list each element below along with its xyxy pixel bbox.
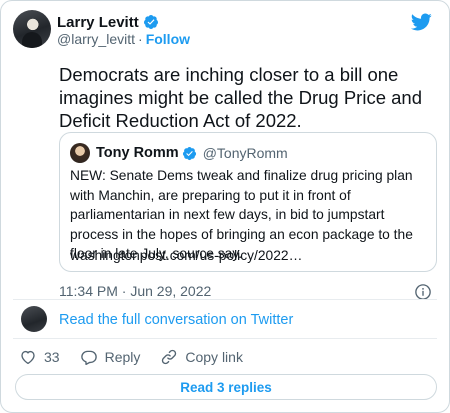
divider — [13, 338, 437, 339]
like-button[interactable]: 33 — [19, 348, 60, 366]
quoted-tweet-link[interactable]: washingtonpost.com/us-policy/2022… — [70, 248, 302, 263]
quoted-tweet[interactable]: Tony Romm @TonyRomm NEW: Senate Dems twe… — [59, 132, 437, 272]
heart-icon — [21, 350, 35, 365]
follow-button[interactable]: Follow — [146, 31, 190, 47]
conversation-avatar — [21, 306, 47, 332]
reply-label: Reply — [104, 349, 141, 365]
like-count: 33 — [44, 349, 60, 365]
quoted-author-handle: @TonyRomm — [202, 145, 288, 161]
author-display-name[interactable]: Larry Levitt — [57, 14, 139, 31]
author-handle[interactable]: @larry_levitt — [57, 31, 135, 47]
read-conversation-link[interactable]: Read the full conversation on Twitter — [59, 312, 293, 328]
embedded-tweet-card: Larry Levitt @larry_levitt · Follow Demo… — [0, 0, 450, 413]
link-icon — [162, 349, 177, 365]
action-bar: 33 Reply Copy link — [19, 347, 263, 367]
verified-badge-icon — [182, 146, 196, 160]
quoted-author-row: Tony Romm @TonyRomm — [96, 144, 288, 162]
copy-link-button[interactable]: Copy link — [160, 348, 243, 366]
author-handle-row: @larry_levitt · Follow — [57, 31, 190, 47]
reply-button[interactable]: Reply — [80, 348, 141, 366]
divider — [13, 299, 437, 300]
author-avatar[interactable] — [13, 10, 51, 48]
quoted-author-name: Tony Romm — [96, 145, 179, 161]
twitter-bird-icon[interactable] — [410, 11, 432, 33]
tweet-text: Democrats are inching closer to a bill o… — [59, 64, 422, 131]
separator-dot: · — [138, 31, 143, 47]
copy-link-label: Copy link — [185, 349, 243, 365]
quoted-author-avatar — [70, 143, 90, 163]
reply-bubble-icon — [80, 350, 97, 366]
author-name-row: Larry Levitt — [57, 12, 159, 32]
verified-badge-icon — [143, 15, 158, 29]
tweet-timestamp[interactable]: 11:34 PM · Jun 29, 2022 — [59, 283, 211, 299]
read-replies-button[interactable]: Read 3 replies — [15, 374, 437, 400]
